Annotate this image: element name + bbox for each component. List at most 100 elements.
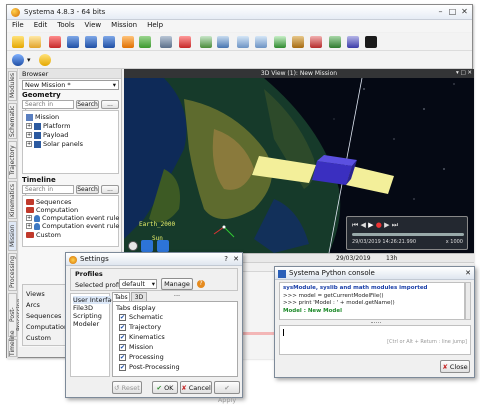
time-slider[interactable]	[352, 233, 464, 236]
cut-icon[interactable]	[179, 36, 191, 48]
checkbox-kinematics[interactable]: ✔ Kinematics	[119, 333, 165, 342]
tab-mission[interactable]: Mission	[8, 221, 17, 251]
checkbox-processing[interactable]: ✔ Processing	[119, 353, 164, 362]
viewport-window-controls[interactable]: ▾ □ ✕	[452, 70, 472, 77]
checkbox-trajectory[interactable]: ✔ Trajectory	[119, 323, 161, 332]
check-icon[interactable]	[274, 36, 286, 48]
checkbox-mission[interactable]: ✔ Mission	[119, 343, 153, 352]
timeline-search-button[interactable]: Search	[76, 185, 99, 194]
expand-icon[interactable]: +	[26, 132, 32, 138]
expand-icon[interactable]: +	[26, 223, 32, 229]
chevron-down-icon[interactable]: ▾	[27, 54, 34, 66]
manage-button[interactable]: Manage ...	[161, 278, 193, 298]
timeline-more-button[interactable]: ...	[101, 185, 119, 194]
step-forward-icon[interactable]: ▶	[384, 221, 389, 229]
tab-trajectory[interactable]: Trajectory	[8, 141, 17, 179]
menu-file[interactable]: File	[7, 20, 29, 29]
close-icon[interactable]: ✕	[459, 7, 470, 17]
terminal-icon[interactable]	[365, 36, 377, 48]
console-scrollbar[interactable]	[465, 282, 471, 320]
category-user-interface[interactable]: User Interface	[73, 296, 119, 304]
grid-icon[interactable]	[237, 36, 249, 48]
checkbox-schematic[interactable]: ✔ Schematic	[119, 313, 163, 322]
console-input[interactable]: [Ctrl or Alt + Return : line jump]	[279, 325, 471, 355]
open-folder-icon[interactable]	[29, 36, 41, 48]
report-icon[interactable]	[310, 36, 322, 48]
python-icon[interactable]	[347, 36, 359, 48]
maximize-icon[interactable]: □	[447, 7, 458, 17]
3d-viewport[interactable]: Earth_2000 Sun 3D View (1): New Mission …	[124, 69, 474, 253]
menu-view[interactable]: View	[80, 20, 107, 29]
close-button[interactable]: ✘ Close	[440, 360, 470, 373]
settings-close-icon[interactable]: ✕	[233, 253, 239, 266]
minimize-icon[interactable]: –	[435, 7, 446, 17]
category-file3d[interactable]: File3D	[73, 304, 93, 312]
tab-timeline[interactable]: Timeline	[8, 330, 17, 357]
lower-item-arcs[interactable]: Arcs	[26, 301, 40, 309]
lower-item-sequences[interactable]: Sequences	[26, 312, 61, 320]
ok-button[interactable]: ✔ OK	[152, 381, 178, 394]
cancel-button[interactable]: ✘ Cancel	[180, 381, 212, 394]
tab-processing[interactable]: Processing	[8, 253, 17, 291]
expand-icon[interactable]: +	[26, 123, 32, 129]
tab-kinematics[interactable]: Kinematics	[8, 181, 17, 219]
geometry-search-input[interactable]: Search in browser	[22, 100, 74, 116]
tools-icon[interactable]	[160, 36, 172, 48]
mission-select[interactable]: New Mission * ▾	[22, 80, 119, 90]
category-scripting[interactable]: Scripting	[73, 312, 102, 320]
geometry-more-button[interactable]: ...	[101, 100, 119, 109]
undo-icon[interactable]	[122, 36, 134, 48]
profile-select[interactable]: default ▾	[119, 279, 157, 289]
lower-item-computation[interactable]: Computation	[26, 323, 68, 331]
sun-icon[interactable]	[39, 54, 51, 66]
import-icon[interactable]	[200, 36, 212, 48]
play-icon[interactable]: ▶	[368, 221, 373, 229]
apply-button[interactable]: ✔ Apply	[214, 381, 240, 404]
resource-icon[interactable]	[292, 36, 304, 48]
tree-item-computation-event-rule[interactable]: + Computation event rule	[26, 214, 119, 222]
skip-back-icon[interactable]: ⏮	[352, 221, 358, 229]
menu-help[interactable]: Help	[142, 20, 168, 29]
category-modeler[interactable]: Modeler	[73, 320, 99, 328]
save-all-icon[interactable]	[103, 36, 115, 48]
pointer-icon[interactable]	[12, 54, 24, 66]
expand-icon[interactable]: +	[26, 141, 32, 147]
menu-edit[interactable]: Edit	[29, 20, 53, 29]
timeline-search-input[interactable]: Search in browser	[22, 185, 74, 201]
geometry-search-button[interactable]: Search	[76, 100, 99, 109]
redo-icon[interactable]	[139, 36, 151, 48]
menu-mission[interactable]: Mission	[106, 20, 142, 29]
lower-item-custom[interactable]: Custom	[26, 334, 51, 342]
tab-modules[interactable]: Modules	[8, 71, 17, 101]
save-as-icon[interactable]	[85, 36, 97, 48]
tree-item-sequences[interactable]: Sequences	[26, 198, 71, 206]
new-mission-icon[interactable]	[12, 36, 24, 48]
tree-item-solar-panels[interactable]: + Solar panels	[26, 140, 83, 148]
open-recent-icon[interactable]	[49, 36, 61, 48]
settings-help-icon[interactable]: ?	[224, 253, 228, 266]
reset-button[interactable]: ↺ Reset	[112, 381, 142, 394]
checkbox-post-processing[interactable]: ✔ Post-Processing	[119, 363, 180, 372]
console-close-icon[interactable]: ✕	[465, 267, 471, 280]
help-icon[interactable]: ?	[197, 280, 205, 288]
tree-item-platform[interactable]: + Platform	[26, 122, 70, 130]
tree-item-mission[interactable]: Mission	[26, 113, 59, 121]
tree-item-payload[interactable]: + Payload	[26, 131, 68, 139]
tab-3d[interactable]: 3D	[131, 292, 147, 301]
export-icon[interactable]	[217, 36, 229, 48]
lower-item-views[interactable]: Views	[26, 290, 45, 298]
camera-icon[interactable]	[128, 241, 138, 251]
fit-view-icon[interactable]	[157, 240, 169, 252]
menu-tools[interactable]: Tools	[52, 20, 79, 29]
tree-item-custom[interactable]: Custom	[26, 231, 61, 239]
splitter-handle[interactable]	[371, 322, 381, 324]
layout-icon[interactable]	[255, 36, 267, 48]
tab-tabs[interactable]: Tabs	[112, 292, 130, 301]
tree-item-computation-event-rule-2[interactable]: + Computation event rule	[26, 222, 119, 230]
satellite-icon[interactable]	[329, 36, 341, 48]
skip-forward-icon[interactable]: ⏭	[392, 221, 398, 229]
tab-schematic[interactable]: Schematic	[8, 103, 17, 139]
save-icon[interactable]	[67, 36, 79, 48]
player-speed[interactable]: x 1000	[446, 239, 463, 245]
expand-icon[interactable]: +	[26, 215, 32, 221]
